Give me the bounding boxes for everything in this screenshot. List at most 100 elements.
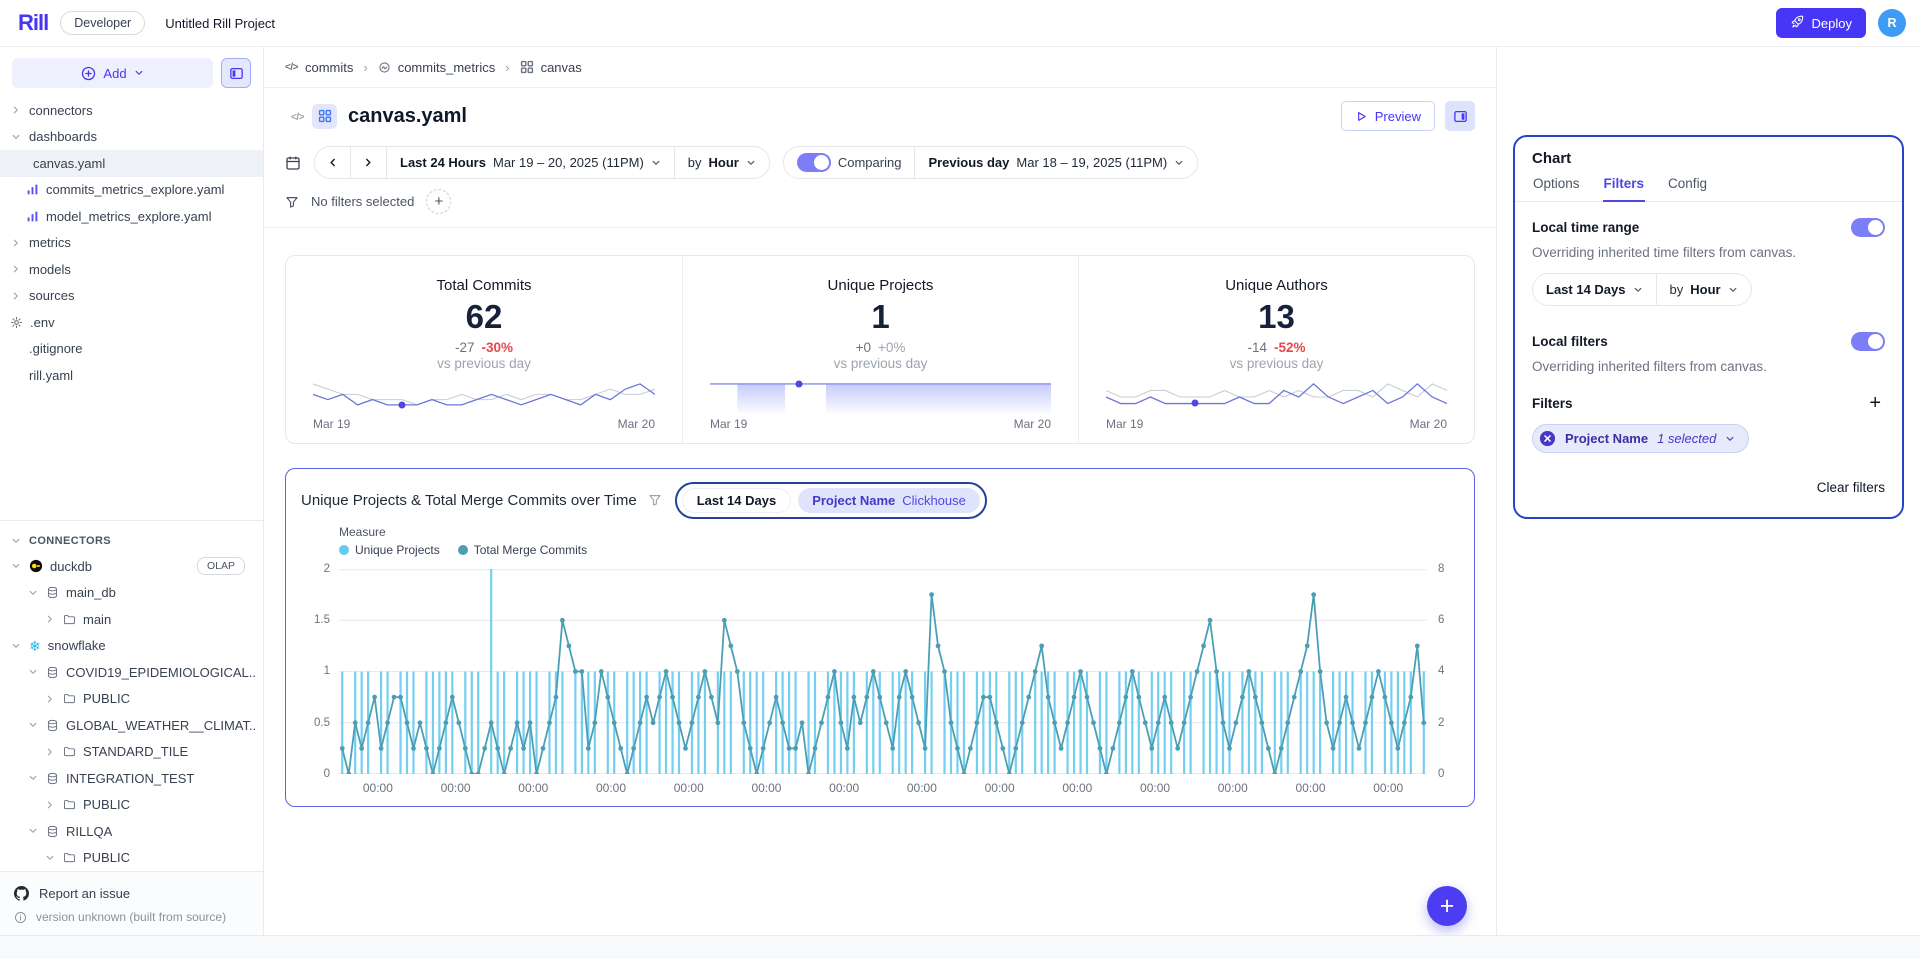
kpi-title: Unique Projects (683, 277, 1078, 294)
connector-item-main[interactable]: main (0, 606, 263, 633)
panel-left-icon (229, 66, 244, 81)
sidebar-item-commits-metrics-explore-yaml[interactable]: commits_metrics_explore.yaml (0, 177, 263, 204)
canvas-view-toggle[interactable] (312, 104, 337, 129)
sidebar-item-connectors[interactable]: connectors (0, 97, 263, 124)
clear-filters-button[interactable]: Clear filters (1817, 480, 1885, 495)
connector-item-integration-test[interactable]: INTEGRATION_TEST (0, 765, 263, 792)
breadcrumb-item-commits-metrics[interactable]: commits_metrics (378, 60, 496, 75)
kpi-sparkline (313, 380, 655, 414)
kpi-title: Unique Authors (1079, 277, 1474, 294)
local-grain-selector[interactable]: by Hour (1657, 274, 1751, 305)
avatar[interactable]: R (1878, 9, 1906, 37)
connector-item-rillqa[interactable]: RILLQA (0, 818, 263, 845)
connector-item-standard-tile[interactable]: STANDARD_TILE (0, 739, 263, 766)
tab-options[interactable]: Options (1532, 176, 1581, 201)
metrics-icon (378, 61, 391, 74)
chevron-down-icon (1725, 434, 1735, 444)
time-grain-selector[interactable]: by Hour (675, 147, 769, 178)
legend-item-unique-projects[interactable]: Unique Projects (339, 543, 440, 557)
sidebar-item-dashboards[interactable]: dashboards (0, 124, 263, 151)
sidebar-item-sources[interactable]: sources (0, 283, 263, 310)
time-range-pill: Last 24 Hours Mar 19 – 20, 2025 (11PM) b… (314, 146, 770, 179)
tab-filters[interactable]: Filters (1603, 176, 1646, 202)
project-name-filter-chip[interactable]: Project Name 1 selected (1532, 424, 1749, 453)
comparing-toggle[interactable] (797, 153, 831, 172)
next-range-button[interactable] (351, 147, 386, 178)
local-time-range-toggle[interactable] (1851, 218, 1885, 237)
sidebar-item-gitignore[interactable]: .gitignore (0, 336, 263, 363)
chevron-down-icon (27, 720, 39, 730)
sidebar-item-model-metrics-explore-yaml[interactable]: model_metrics_explore.yaml (0, 203, 263, 230)
chevron-down-icon (44, 853, 56, 863)
time-series-chart-card[interactable]: Unique Projects & Total Merge Commits ov… (285, 468, 1475, 807)
chart-time-pill[interactable]: Last 14 Days (682, 488, 792, 513)
time-range-selector[interactable]: Last 24 Hours Mar 19 – 20, 2025 (11PM) (387, 147, 674, 178)
inspector-title: Chart (1532, 150, 1885, 167)
comparison-range-selector[interactable]: Previous day Mar 18 – 19, 2025 (11PM) (915, 147, 1197, 178)
sidebar-collapse-button[interactable] (221, 58, 251, 88)
connector-item-main-db[interactable]: main_db (0, 580, 263, 607)
sidebar-item-rill-yaml[interactable]: rill.yaml (0, 362, 263, 389)
db-icon (46, 586, 59, 599)
connector-label: PUBLIC (83, 797, 130, 812)
connector-item-global-weather-climat[interactable]: GLOBAL_WEATHER__CLIMAT... (0, 712, 263, 739)
github-icon (14, 886, 29, 901)
tab-config[interactable]: Config (1667, 176, 1708, 201)
chart-dimension-pill[interactable]: Project Name Clickhouse (798, 488, 980, 513)
kpi-unique-projects[interactable]: Unique Projects1+0+0%vs previous dayMar … (682, 256, 1078, 443)
kpi-total-commits[interactable]: Total Commits62-27-30%vs previous dayMar… (286, 256, 682, 443)
kpi-date-range: Mar 19Mar 20 (1106, 417, 1447, 431)
connector-item-public[interactable]: PUBLIC (0, 686, 263, 713)
kpi-unique-authors[interactable]: Unique Authors13-14-52%vs previous dayMa… (1078, 256, 1474, 443)
y-axis-left: 00.511.52 (301, 569, 339, 774)
breadcrumb-item-canvas[interactable]: canvas (520, 60, 582, 75)
report-issue-label: Report an issue (39, 886, 130, 901)
file-label: model_metrics_explore.yaml (46, 209, 211, 224)
time-filter-bar: Last 24 Hours Mar 19 – 20, 2025 (11PM) b… (264, 140, 1496, 228)
chevron-down-icon (651, 158, 661, 168)
connector-label: PUBLIC (83, 850, 130, 865)
y-left-tick: 1.5 (314, 614, 330, 626)
remove-filter-icon[interactable] (1539, 430, 1556, 447)
breadcrumb-item-commits[interactable]: </> commits (285, 60, 353, 75)
inspector-toggle-button[interactable] (1445, 101, 1475, 131)
legend-dot (339, 545, 349, 555)
x-axis-tick: 00:00 (1116, 781, 1194, 795)
calendar-icon[interactable] (285, 155, 301, 171)
sidebar-item-metrics[interactable]: metrics (0, 230, 263, 257)
local-filters-description: Overriding inherited filters from canvas… (1532, 359, 1885, 374)
db-icon (46, 772, 59, 785)
local-filters-label: Local filters (1532, 334, 1608, 349)
sidebar-item-models[interactable]: models (0, 256, 263, 283)
prev-range-button[interactable] (315, 147, 350, 178)
add-widget-button[interactable]: + (1427, 886, 1467, 926)
add-filter-button[interactable]: + (426, 189, 451, 214)
kpi-comparison-label: vs previous day (1079, 356, 1474, 371)
legend-item-total-merge-commits[interactable]: Total Merge Commits (458, 543, 587, 557)
connector-item-public[interactable]: PUBLIC (0, 845, 263, 872)
deploy-button[interactable]: Deploy (1776, 8, 1866, 38)
report-issue-link[interactable]: Report an issue (14, 881, 249, 905)
chart-filter-icon[interactable] (648, 493, 662, 507)
local-filters-toggle[interactable] (1851, 332, 1885, 351)
code-view-toggle[interactable]: </> (285, 104, 310, 129)
explore-icon (26, 210, 39, 223)
connector-item-duckdb[interactable]: duckdbOLAP (0, 553, 263, 580)
spark-scrub-dot (1192, 400, 1199, 407)
y-right-tick: 2 (1438, 717, 1444, 729)
sidebar-item-canvas-yaml[interactable]: canvas.yaml (0, 150, 263, 177)
preview-button[interactable]: Preview (1341, 101, 1435, 131)
connector-item-public[interactable]: PUBLIC (0, 792, 263, 819)
kpi-value: 62 (286, 298, 682, 336)
no-filters-text: No filters selected (311, 194, 414, 209)
sidebar-item-env[interactable]: .env (0, 309, 263, 336)
connector-item-covid19-epidemiological[interactable]: COVID19_EPIDEMIOLOGICAL... (0, 659, 263, 686)
add-local-filter-button[interactable]: + (1865, 393, 1885, 413)
add-button[interactable]: Add (12, 58, 213, 88)
connectors-header[interactable]: CONNECTORS (0, 528, 263, 553)
local-range-selector[interactable]: Last 14 Days (1533, 274, 1656, 305)
inspector-tabs: Options Filters Config (1515, 176, 1902, 202)
rill-logo[interactable]: Rill (18, 10, 48, 36)
chart-plot-area[interactable] (339, 569, 1427, 774)
connector-item-snowflake[interactable]: ❄snowflake (0, 633, 263, 660)
